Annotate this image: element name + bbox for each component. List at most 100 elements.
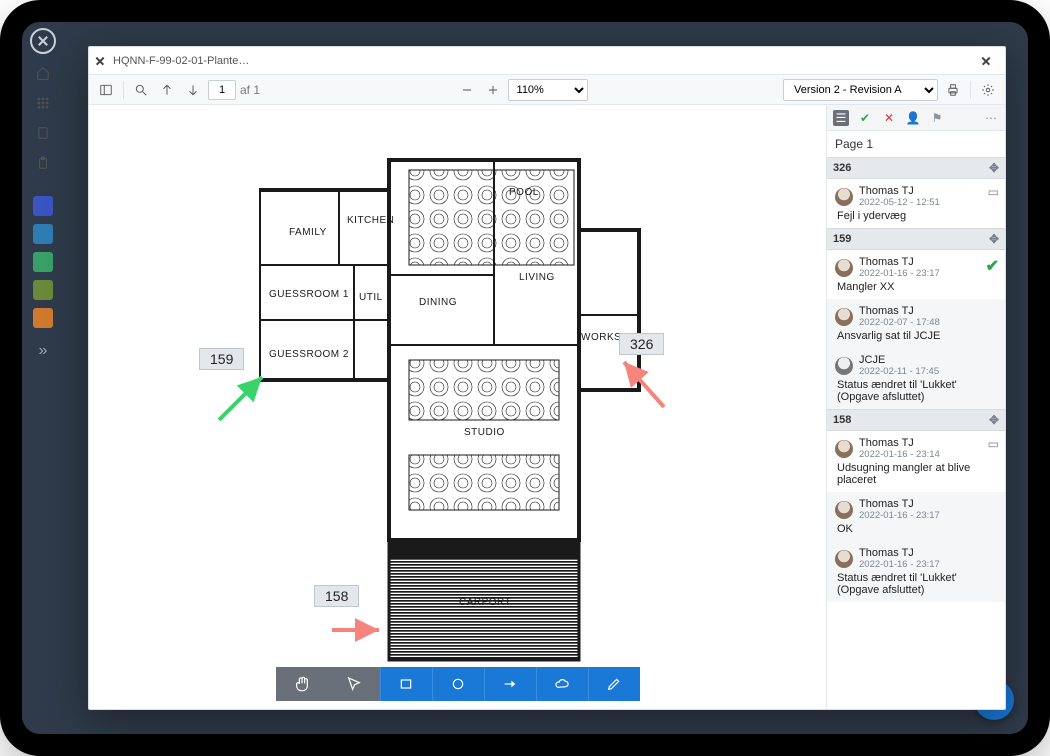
search-icon[interactable] [130,79,152,101]
viewer-body: FAMILY KITCHEN GUESSROOM 1 GUESSROOM 2 U… [89,105,1005,709]
rail-grid-icon[interactable] [32,92,54,114]
comment-date: 2022-02-11 - 17:45 [859,366,939,377]
version-select[interactable]: Version 2 - Revision A [783,79,938,101]
comment-user: JCJE [859,354,939,366]
comment-user: Thomas TJ [859,547,940,559]
svg-text:CARPORT: CARPORT [459,597,511,608]
avatar [835,308,853,326]
rail-home-icon[interactable] [32,62,54,84]
rail-doc-icon[interactable] [32,122,54,144]
comment-entry[interactable]: Thomas TJ 2022-02-07 - 17:48 Ansvarlig s… [827,299,1005,348]
avatar [835,357,853,375]
shape-toolbar [276,667,640,701]
move-icon[interactable]: ✥ [989,232,999,246]
comment-user: Thomas TJ [859,437,940,449]
calendar-icon: ▭ [988,437,999,451]
zoom-in-icon[interactable] [482,79,504,101]
comment-date: 2022-02-07 - 17:48 [859,317,940,328]
filter-flag-icon[interactable]: ⚑ [929,110,945,126]
filter-more-icon[interactable]: ⋯ [983,110,999,126]
hand-tool[interactable] [276,667,328,701]
circle-tool[interactable] [432,667,484,701]
svg-text:GUESSROOM 2: GUESSROOM 2 [269,349,349,360]
rect-tool[interactable] [380,667,432,701]
svg-text:LIVING: LIVING [519,272,555,283]
rail-module-olive[interactable] [33,280,53,300]
filter-x-icon[interactable]: ✕ [881,110,897,126]
avatar [835,259,853,277]
rail-module-lightblue[interactable] [33,224,53,244]
svg-text:GUESSROOM 1: GUESSROOM 1 [269,289,349,300]
close-window-icon[interactable] [981,56,991,66]
svg-text:STUDIO: STUDIO [464,427,505,438]
comment-text: Udsugning mangler at blive placeret [835,462,997,486]
zoom-select[interactable]: 110% [508,79,588,101]
svg-text:KITCHEN: KITCHEN [347,215,394,226]
cloud-tool[interactable] [536,667,588,701]
page-down-icon[interactable] [182,79,204,101]
comment-text: Fejl i ydervæg [835,210,997,222]
drawing-canvas[interactable]: FAMILY KITCHEN GUESSROOM 1 GUESSROOM 2 U… [89,105,827,709]
move-icon[interactable]: ✥ [989,161,999,175]
pointer-tool[interactable] [328,667,380,701]
app-logo-icon[interactable] [30,28,56,54]
filter-list-icon[interactable]: ☰ [833,110,849,126]
svg-text:FAMILY: FAMILY [289,227,327,238]
comment-entry[interactable]: Thomas TJ 2022-01-16 - 23:14 Udsugning m… [827,431,1005,492]
comment-date: 2022-01-16 - 23:14 [859,449,940,460]
app-rail: » [22,22,64,734]
print-icon[interactable] [942,79,964,101]
arrow-158 [327,600,387,660]
comment-user: Thomas TJ [859,498,940,510]
close-tab-icon[interactable] [95,56,105,66]
comment-date: 2022-05-12 - 12:51 [859,197,940,208]
tablet-frame: » HQNN-F-99-02-01-Plante… af 1 [0,0,1050,756]
comment-entry[interactable]: Thomas TJ 2022-01-16 - 23:17 OK [827,492,1005,541]
toolbar: af 1 110% Version 2 - Revision A [89,75,1005,105]
comment-user: Thomas TJ [859,256,940,268]
comment-user: Thomas TJ [859,185,940,197]
zoom-out-icon[interactable] [456,79,478,101]
comment-text: Ansvarlig sat til JCJE [835,330,997,342]
arrow-tool[interactable] [484,667,536,701]
comment-entry[interactable]: Thomas TJ 2022-05-12 - 12:51 Fejl i yder… [827,179,1005,228]
rail-module-green[interactable] [33,252,53,272]
rail-clipboard-icon[interactable] [32,152,54,174]
document-viewer: HQNN-F-99-02-01-Plante… af 1 110% Versio… [88,46,1006,710]
sidebar-toggle-icon[interactable] [95,79,117,101]
avatar [835,501,853,519]
svg-text:DINING: DINING [419,297,457,308]
comment-entry[interactable]: JCJE 2022-02-11 - 17:45 Status ændret ti… [827,348,1005,409]
page-up-icon[interactable] [156,79,178,101]
page-label: Page 1 [827,131,1005,157]
check-icon: ✔ [986,256,999,276]
page-of-label: af 1 [240,83,260,97]
comments-panel: ☰ ✔ ✕ 👤 ⚑ ⋯ Page 1 326✥ Thomas TJ 2022-0… [827,105,1005,709]
avatar [835,440,853,458]
filter-check-icon[interactable]: ✔ [857,110,873,126]
comment-date: 2022-01-16 - 23:17 [859,268,940,279]
titlebar: HQNN-F-99-02-01-Plante… [89,47,1005,75]
comment-text: Status ændret til 'Lukket' (Opgave afslu… [835,572,997,596]
comment-entry[interactable]: Thomas TJ 2022-01-16 - 23:17 Mangler XX … [827,250,1005,299]
comment-date: 2022-01-16 - 23:17 [859,510,940,521]
comment-user: Thomas TJ [859,305,940,317]
comment-thread-header[interactable]: 326✥ [827,157,1005,179]
comment-text: Mangler XX [835,281,997,293]
arrow-326 [614,352,674,412]
filter-user-icon[interactable]: 👤 [905,110,921,126]
pencil-tool[interactable] [588,667,640,701]
comment-date: 2022-01-16 - 23:17 [859,559,940,570]
comment-thread-header[interactable]: 158✥ [827,409,1005,431]
page-input[interactable] [208,80,236,100]
rail-module-blue[interactable] [33,196,53,216]
move-icon[interactable]: ✥ [989,413,999,427]
comment-thread-header[interactable]: 159✥ [827,228,1005,250]
tab-title[interactable]: HQNN-F-99-02-01-Plante… [113,55,249,67]
settings-icon[interactable] [977,79,999,101]
comment-text: Status ændret til 'Lukket' (Opgave afslu… [835,379,997,403]
rail-module-orange[interactable] [33,308,53,328]
comment-entry[interactable]: Thomas TJ 2022-01-16 - 23:17 Status ændr… [827,541,1005,602]
svg-text:POOL: POOL [509,187,539,198]
rail-expand-icon[interactable]: » [39,342,48,360]
